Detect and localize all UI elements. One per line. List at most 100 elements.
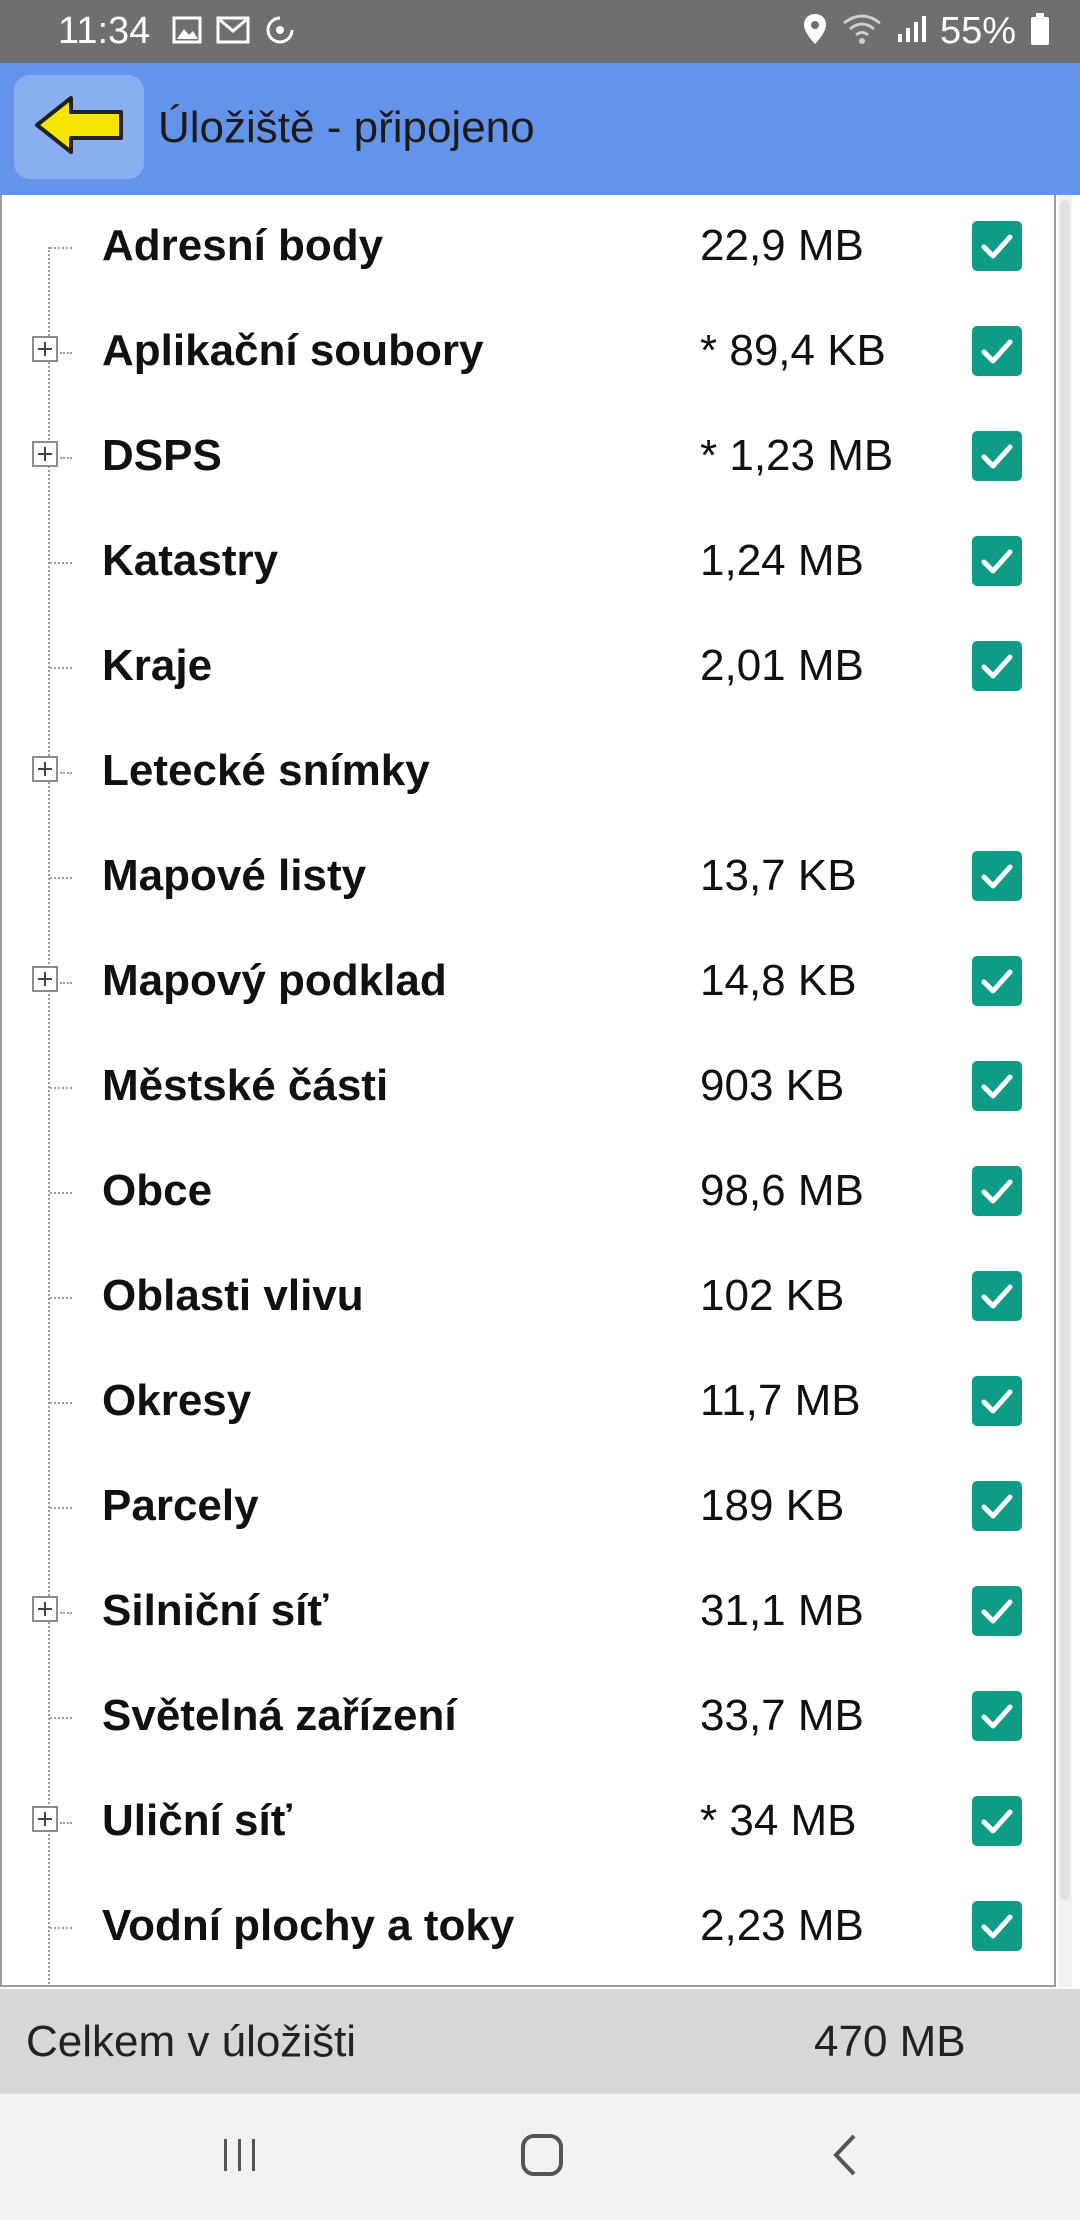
signal-icon	[896, 14, 926, 49]
list-item[interactable]: Letecké snímky	[2, 720, 1058, 825]
check-icon	[981, 444, 1013, 469]
check-icon	[981, 1074, 1013, 1099]
list-item[interactable]: Uliční síť * 34 MB	[2, 1770, 1058, 1875]
tree-connector	[60, 982, 72, 984]
item-size: 98,6 MB	[700, 1166, 864, 1215]
checkbox-checked[interactable]	[972, 1271, 1022, 1321]
status-bar: 11:34 55%	[0, 0, 1080, 63]
list-item[interactable]: Světelná zařízení 33,7 MB	[2, 1665, 1058, 1770]
checkbox-checked[interactable]	[972, 641, 1022, 691]
check-icon	[981, 1704, 1013, 1729]
checkbox-checked[interactable]	[972, 1691, 1022, 1741]
list-item[interactable]: Mapový podklad 14,8 KB	[2, 930, 1058, 1035]
list-item[interactable]: Vodní plochy a toky 2,23 MB	[2, 1875, 1058, 1980]
checkbox-checked[interactable]	[972, 536, 1022, 586]
tree-connector	[50, 877, 72, 879]
checkbox-checked[interactable]	[972, 1586, 1022, 1636]
checkbox-checked[interactable]	[972, 1166, 1022, 1216]
list-item[interactable]: Mapové listy 13,7 KB	[2, 825, 1058, 930]
checkbox-checked[interactable]	[972, 1481, 1022, 1531]
app-bar: Úložiště - připojeno	[0, 63, 1080, 195]
battery-percent: 55%	[939, 10, 1016, 52]
expand-icon[interactable]	[32, 1806, 58, 1832]
item-label: Aplikační soubory	[102, 326, 484, 375]
check-icon	[981, 1599, 1013, 1624]
scrollbar-thumb[interactable]	[1060, 200, 1070, 1900]
item-size: 31,1 MB	[700, 1586, 864, 1635]
tree-connector	[50, 1402, 72, 1404]
list-item[interactable]: Městské části 903 KB	[2, 1035, 1058, 1140]
list-item[interactable]: DSPS * 1,23 MB	[2, 405, 1058, 510]
sync-icon	[264, 14, 296, 51]
item-label: Silniční síť	[102, 1586, 329, 1635]
total-value: 470 MB	[814, 2017, 966, 2066]
item-label: Oblasti vlivu	[102, 1271, 364, 1320]
item-size: * 1,23 MB	[700, 431, 894, 480]
list-item[interactable]: Oblasti vlivu 102 KB	[2, 1245, 1058, 1350]
list-item[interactable]: Kraje 2,01 MB	[2, 615, 1058, 720]
checkbox-checked[interactable]	[972, 431, 1022, 481]
checkbox-checked[interactable]	[972, 1376, 1022, 1426]
checkbox-checked[interactable]	[972, 1796, 1022, 1846]
check-icon	[981, 1809, 1013, 1834]
nav-back-button[interactable]	[806, 2124, 886, 2190]
recent-apps-button[interactable]	[200, 2124, 280, 2190]
item-size: 33,7 MB	[700, 1691, 864, 1740]
item-label: Mapový podklad	[102, 956, 447, 1005]
check-icon	[981, 1494, 1013, 1519]
checkbox-checked[interactable]	[972, 326, 1022, 376]
check-icon	[981, 339, 1013, 364]
checkbox-checked[interactable]	[972, 851, 1022, 901]
arrow-left-icon	[33, 94, 125, 161]
list-item[interactable]: Obce 98,6 MB	[2, 1140, 1058, 1245]
item-size: 11,7 MB	[700, 1376, 861, 1425]
expand-icon[interactable]	[32, 441, 58, 467]
item-label: Katastry	[102, 536, 279, 585]
gmail-icon	[216, 15, 250, 50]
item-size: * 34 MB	[700, 1796, 857, 1845]
item-label: Mapové listy	[102, 851, 367, 900]
item-label: Kraje	[102, 641, 213, 690]
item-label: Vodní plochy a toky	[102, 1901, 515, 1950]
storage-list: Adresní body 22,9 MB Aplikační soubory * 89…	[0, 195, 1056, 1987]
expand-icon[interactable]	[32, 336, 58, 362]
battery-icon	[1030, 12, 1050, 51]
list-item[interactable]: Katastry 1,24 MB	[2, 510, 1058, 615]
image-icon	[172, 15, 202, 50]
item-label: Světelná zařízení	[102, 1691, 457, 1740]
item-label: DSPS	[102, 431, 222, 480]
navigation-bar	[0, 2094, 1080, 2220]
tree-connector	[60, 352, 72, 354]
item-size: 13,7 KB	[700, 851, 857, 900]
expand-icon[interactable]	[32, 1596, 58, 1622]
back-button[interactable]	[14, 75, 144, 179]
tree-connector	[60, 772, 72, 774]
status-time: 11:34	[58, 10, 151, 52]
list-item[interactable]: Aplikační soubory * 89,4 KB	[2, 300, 1058, 405]
checkbox-checked[interactable]	[972, 1901, 1022, 1951]
page-title: Úložiště - připojeno	[158, 103, 535, 152]
tree-connector	[50, 1927, 72, 1929]
home-button[interactable]	[502, 2124, 582, 2190]
list-item[interactable]: Adresní body 22,9 MB	[2, 195, 1058, 300]
checkbox-checked[interactable]	[972, 1061, 1022, 1111]
item-label: Letecké snímky	[102, 746, 430, 795]
item-size: 14,8 KB	[700, 956, 857, 1005]
tree-connector	[50, 667, 72, 669]
item-size: 2,23 MB	[700, 1901, 864, 1950]
item-size: * 89,4 KB	[700, 326, 886, 375]
check-icon	[981, 654, 1013, 679]
tree-connector	[50, 1507, 72, 1509]
list-item[interactable]: Okresy 11,7 MB	[2, 1350, 1058, 1455]
list-item[interactable]: Silniční síť 31,1 MB	[2, 1560, 1058, 1665]
checkbox-checked[interactable]	[972, 221, 1022, 271]
expand-icon[interactable]	[32, 966, 58, 992]
item-size: 102 KB	[700, 1271, 845, 1320]
wifi-icon	[842, 13, 882, 50]
item-size: 189 KB	[700, 1481, 845, 1530]
checkbox-checked[interactable]	[972, 956, 1022, 1006]
list-item[interactable]: Parcely 189 KB	[2, 1455, 1058, 1560]
tree-connector	[60, 1612, 72, 1614]
expand-icon[interactable]	[32, 756, 58, 782]
item-size: 2,01 MB	[700, 641, 864, 690]
